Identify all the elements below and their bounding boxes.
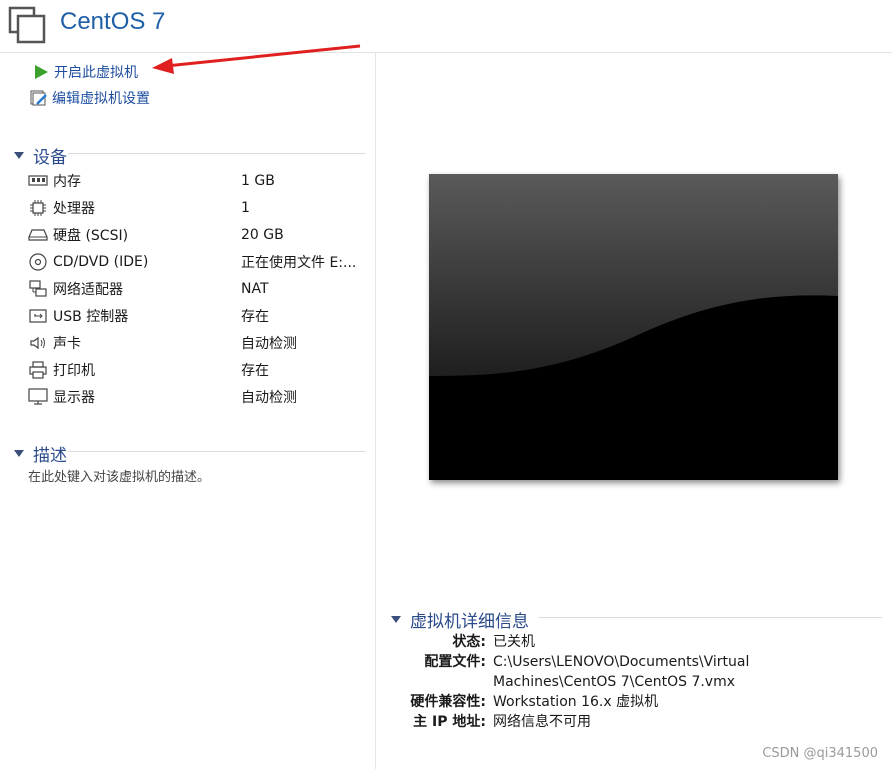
devices-heading: 设备 [33, 148, 67, 168]
collapse-triangle-icon [14, 152, 24, 159]
config-file-value-line2: Machines\CentOS 7\CentOS 7.vmx [493, 674, 736, 690]
description-heading: 描述 [33, 446, 67, 466]
device-row-cd-dvd[interactable]: CD/DVD (IDE) 正在使用文件 E:... [28, 248, 368, 275]
printer-icon [28, 360, 48, 379]
usb-icon [28, 307, 48, 325]
description-input[interactable]: 在此处键入对该虚拟机的描述。 [28, 466, 210, 485]
annotation-arrow [152, 44, 361, 74]
device-name: 处理器 [53, 200, 95, 217]
edit-settings-icon [30, 89, 48, 107]
device-value: 存在 [241, 362, 269, 379]
device-row-memory[interactable]: 内存 1 GB [28, 167, 368, 194]
section-divider [68, 451, 366, 452]
device-row-processor[interactable]: 处理器 1 [28, 194, 368, 221]
device-name: 硬盘 (SCSI) [53, 227, 129, 244]
power-on-vm-label: 开启此虚拟机 [54, 65, 138, 81]
hardware-compat-value: Workstation 16.x 虚拟机 [493, 694, 659, 710]
device-value: 1 [241, 199, 250, 216]
status-value: 已关机 [493, 634, 535, 650]
preview-glare [429, 174, 838, 376]
device-value: 1 GB [241, 172, 275, 189]
vm-details-section-header[interactable]: 虚拟机详细信息 [391, 607, 529, 632]
status-label: 状态: [452, 634, 486, 650]
display-icon [28, 387, 48, 406]
device-name: 内存 [53, 173, 81, 190]
memory-icon [28, 172, 48, 190]
device-name: CD/DVD (IDE) [53, 253, 149, 270]
watermark: CSDN @qi341500 [762, 746, 878, 761]
hard-disk-icon [28, 226, 48, 244]
edit-vm-settings-label: 编辑虚拟机设置 [52, 91, 150, 107]
device-value: 20 GB [241, 226, 284, 243]
config-file-label: 配置文件: [424, 654, 486, 670]
device-row-display[interactable]: 显示器 自动检测 [28, 383, 368, 410]
section-divider [538, 617, 882, 618]
speaker-icon [28, 334, 48, 352]
title-bar: CentOS 7 [0, 0, 892, 53]
virtual-machine-icon [8, 6, 46, 44]
processor-icon [28, 199, 48, 217]
devices-section-header[interactable]: 设备 [14, 143, 67, 168]
device-value: 自动检测 [241, 389, 297, 406]
config-file-value-line1: C:\Users\LENOVO\Documents\Virtual [493, 654, 750, 670]
device-name: USB 控制器 [53, 308, 129, 325]
device-row-printer[interactable]: 打印机 存在 [28, 356, 368, 383]
device-name: 打印机 [53, 362, 95, 379]
collapse-triangle-icon [391, 616, 401, 623]
network-adapter-icon [28, 279, 48, 298]
device-row-hard-disk[interactable]: 硬盘 (SCSI) 20 GB [28, 221, 368, 248]
ip-address-label: 主 IP 地址: [413, 714, 486, 730]
vm-screen-preview[interactable] [429, 174, 838, 480]
section-divider [68, 153, 366, 154]
device-name: 声卡 [53, 335, 81, 352]
device-value: 存在 [241, 308, 269, 325]
edit-vm-settings-button[interactable]: 编辑虚拟机设置 [30, 88, 150, 108]
device-row-network-adapter[interactable]: 网络适配器 NAT [28, 275, 368, 302]
vm-details-heading: 虚拟机详细信息 [410, 612, 529, 632]
collapse-triangle-icon [14, 450, 24, 457]
cd-dvd-icon [28, 252, 48, 271]
play-icon [32, 63, 50, 81]
device-value: 自动检测 [241, 335, 297, 352]
device-value: 正在使用文件 E:... [241, 254, 357, 271]
power-on-vm-button[interactable]: 开启此虚拟机 [32, 62, 138, 82]
device-name: 网络适配器 [53, 281, 123, 298]
device-value: NAT [241, 280, 269, 297]
device-row-usb[interactable]: USB 控制器 存在 [28, 302, 368, 329]
device-name: 显示器 [53, 389, 95, 406]
description-section-header[interactable]: 描述 [14, 441, 67, 466]
vm-title: CentOS 7 [60, 8, 166, 35]
hardware-compat-label: 硬件兼容性: [410, 694, 486, 710]
ip-address-value: 网络信息不可用 [493, 714, 591, 730]
device-row-sound-card[interactable]: 声卡 自动检测 [28, 329, 368, 356]
